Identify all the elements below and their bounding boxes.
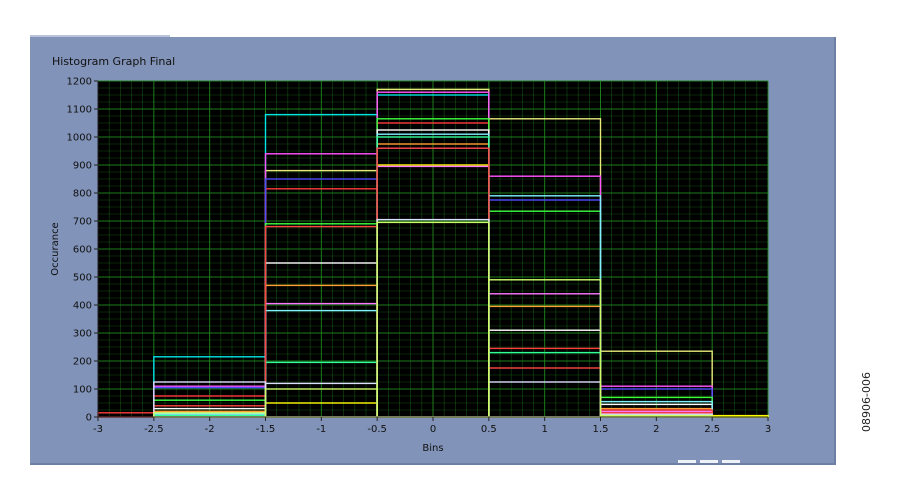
x-tick-label: -2.5 (144, 424, 164, 435)
y-tick-label: 500 (73, 273, 92, 284)
y-tick-label: 400 (73, 301, 92, 312)
y-axis-label: Occurance (50, 222, 61, 275)
x-tick-label: -1 (316, 424, 326, 435)
x-tick-label: -3 (93, 424, 103, 435)
x-tick-label: 1.5 (593, 424, 609, 435)
y-axis-ticks: 0 100 200 300 400 500 600 700 800 900 1000 1100 1200 (67, 77, 99, 424)
y-tick-label: 300 (73, 329, 92, 340)
grid (97, 80, 769, 418)
x-tick-label: -2 (205, 424, 215, 435)
y-tick-label: 1000 (67, 133, 92, 144)
y-tick-label: 1100 (67, 105, 92, 116)
x-tick-label: 1 (541, 424, 547, 435)
x-axis-ticks: -3 -2.5 -2 -1.5 -1 -0.5 0 0.5 1 1.5 2 2.5 3 (93, 416, 771, 435)
y-tick-label: 900 (73, 161, 92, 172)
x-tick-label: 3 (765, 424, 771, 435)
x-tick-label: -0.5 (367, 424, 387, 435)
x-tick-label: 2.5 (704, 424, 720, 435)
y-tick-label: 700 (73, 217, 92, 228)
y-tick-label: 100 (73, 385, 92, 396)
x-axis-label: Bins (422, 443, 443, 454)
figure-id: 08906-006 (860, 372, 873, 432)
x-tick-label: -1.5 (256, 424, 276, 435)
x-tick-label: 2 (653, 424, 659, 435)
x-tick-label: 0.5 (481, 424, 497, 435)
x-tick-label: 0 (430, 424, 436, 435)
y-tick-label: 0 (86, 413, 92, 424)
scroll-indicator (678, 460, 742, 463)
y-tick-label: 1200 (67, 77, 92, 88)
y-tick-label: 200 (73, 357, 92, 368)
histogram-chart: -3 -2.5 -2 -1.5 -1 -0.5 0 0.5 1 1.5 2 2.5 3 0 100 200 3… (50, 77, 771, 455)
y-tick-label: 600 (73, 245, 92, 256)
y-tick-label: 800 (73, 189, 92, 200)
